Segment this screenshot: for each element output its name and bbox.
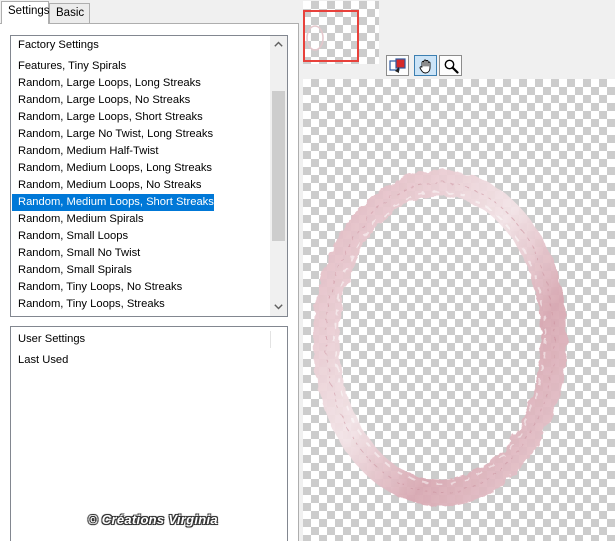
- scroll-thumb[interactable]: [272, 91, 285, 241]
- pan-tool-button[interactable]: [414, 55, 437, 76]
- zoom-tool-button[interactable]: [439, 55, 462, 76]
- list-item-selected[interactable]: Random, Medium Loops, Short Streaks: [12, 194, 214, 211]
- user-settings-list[interactable]: User Settings Last Used: [10, 326, 288, 541]
- list-item[interactable]: Random, Large Loops, No Streaks: [12, 92, 190, 109]
- list-item[interactable]: Random, Medium Loops, Long Streaks: [12, 160, 212, 177]
- chevron-down-icon: [274, 304, 283, 310]
- list-item[interactable]: Random, Medium Loops, No Streaks: [12, 177, 201, 194]
- magnifier-zoom-icon: [444, 59, 459, 74]
- list-item[interactable]: Random, Tiny Loops, No Streaks: [12, 279, 182, 296]
- list-item[interactable]: Random, Medium Spirals: [12, 211, 144, 228]
- hand-pan-icon: [419, 59, 430, 73]
- list-item[interactable]: Random, Large Loops, Short Streaks: [12, 109, 203, 126]
- oval-frame-image: [313, 170, 567, 506]
- chevron-up-icon: [274, 41, 283, 47]
- presets-scrollbar[interactable]: [270, 36, 287, 316]
- list-item[interactable]: Random, Small Spirals: [12, 262, 132, 279]
- tab-basic[interactable]: Basic: [49, 3, 90, 23]
- list-item[interactable]: Features, Tiny Spirals: [12, 58, 126, 75]
- list-item-last-used[interactable]: Last Used: [12, 352, 68, 369]
- list-item[interactable]: Random, Medium Half-Twist: [12, 143, 159, 160]
- presets-list[interactable]: Factory Settings Features, Tiny Spirals …: [10, 35, 288, 317]
- watermark-text: © Créations Virginia: [88, 512, 218, 527]
- list-item[interactable]: Random, Large Loops, Long Streaks: [12, 75, 201, 92]
- scroll-down-button[interactable]: [270, 299, 287, 316]
- effect-preview-canvas[interactable]: [303, 79, 615, 541]
- list-item[interactable]: Random, Small No Twist: [12, 245, 140, 262]
- list-item[interactable]: Random, Tiny Loops, Streaks: [12, 296, 165, 313]
- navigator-viewport-rect[interactable]: [303, 10, 359, 62]
- tab-settings[interactable]: Settings: [1, 1, 50, 24]
- preview-toggle-icon: [388, 57, 406, 73]
- scroll-up-button[interactable]: [270, 36, 287, 53]
- list-item-user-settings[interactable]: User Settings: [12, 331, 271, 348]
- list-item[interactable]: Random, Small Loops: [12, 228, 128, 245]
- list-item[interactable]: Factory Settings: [12, 37, 99, 54]
- preview-toggle-button[interactable]: [386, 55, 409, 76]
- list-item[interactable]: Random, Large No Twist, Long Streaks: [12, 126, 213, 143]
